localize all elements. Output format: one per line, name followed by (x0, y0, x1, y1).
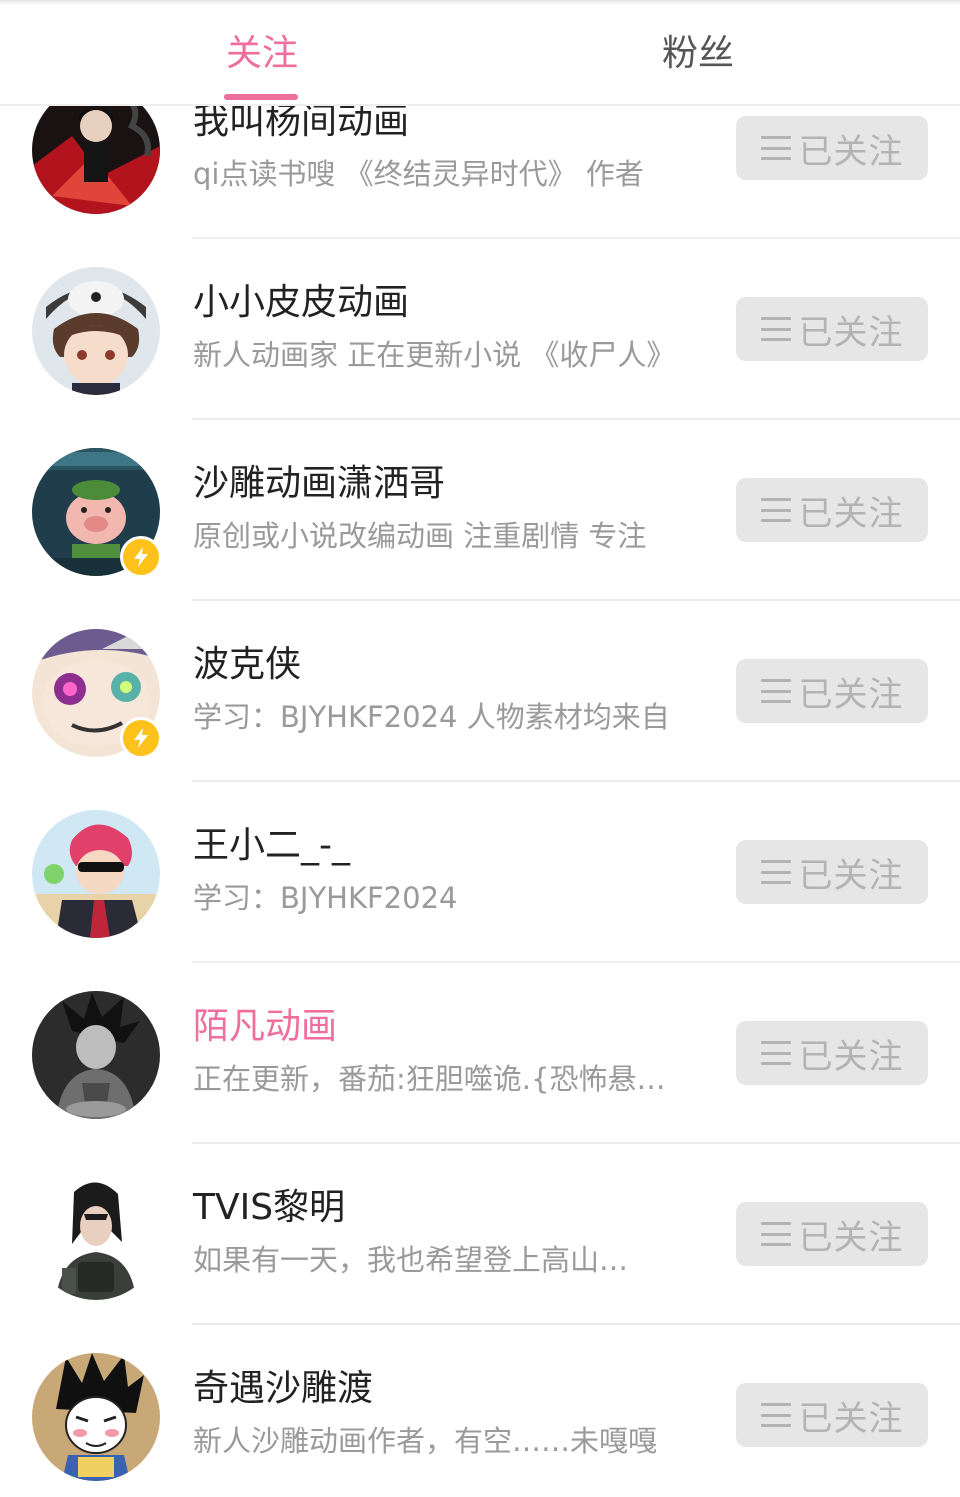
menu-icon (760, 136, 791, 160)
user-name[interactable]: 波克侠 (193, 643, 301, 687)
user-name[interactable]: 王小二_-_ (193, 824, 350, 868)
menu-icon (760, 317, 791, 341)
tab-bar: 关注 粉丝 (0, 0, 960, 106)
avatar[interactable] (32, 991, 160, 1119)
menu-icon (760, 498, 791, 522)
user-bio: 新人动画家 正在更新小说 《收尸人》 (193, 338, 676, 372)
list-item[interactable]: 陌凡动画 正在更新，番茄:狂胆噬诡.{恐怖悬疑} 已关注 (0, 963, 960, 1144)
followed-button-label: 已关注 (798, 1036, 904, 1077)
followed-button-label: 已关注 (798, 493, 904, 534)
followed-button[interactable]: 已关注 (736, 1202, 928, 1266)
followed-button-label: 已关注 (798, 855, 904, 896)
followed-button[interactable]: 已关注 (736, 116, 928, 180)
following-page: 我叫杨间动画 qi点读书嗖 《终结灵异时代》 作者 已关注 小小皮皮动画 新人动… (0, 0, 960, 1497)
user-bio: 学习：BJYHKF2024 (193, 881, 458, 915)
user-bio: 学习：BJYHKF2024 人物素材均来自 (193, 700, 670, 734)
user-bio: 如果有一天，我也希望登上高山… (193, 1243, 629, 1277)
user-name[interactable]: TVIS黎明 (193, 1186, 345, 1230)
followed-button-label: 已关注 (798, 1217, 904, 1258)
list-item[interactable]: TVIS黎明 如果有一天，我也希望登上高山… 已关注 (0, 1144, 960, 1325)
list-item[interactable]: 小小皮皮动画 新人动画家 正在更新小说 《收尸人》 已关注 (0, 239, 960, 420)
menu-icon (760, 860, 791, 884)
menu-icon (760, 679, 791, 703)
lightning-badge-icon (120, 536, 162, 578)
followed-button-label: 已关注 (798, 312, 904, 353)
tab-fans[interactable]: 粉丝 (548, 0, 848, 100)
lightning-badge-icon (120, 717, 162, 759)
followed-button[interactable]: 已关注 (736, 840, 928, 904)
followed-button[interactable]: 已关注 (736, 297, 928, 361)
followed-button[interactable]: 已关注 (736, 659, 928, 723)
list-item[interactable]: 沙雕动画潇洒哥 原创或小说改编动画 注重剧情 专注 已关注 (0, 420, 960, 601)
user-name[interactable]: 奇遇沙雕渡 (193, 1367, 373, 1411)
user-name[interactable]: 小小皮皮动画 (193, 281, 409, 325)
user-name[interactable]: 我叫杨间动画 (193, 100, 409, 144)
list-item[interactable]: 王小二_-_ 学习：BJYHKF2024 已关注 (0, 782, 960, 963)
followed-button-label: 已关注 (798, 131, 904, 172)
user-name[interactable]: 陌凡动画 (193, 1005, 337, 1049)
list-item[interactable]: 奇遇沙雕渡 新人沙雕动画作者，有空……未嘎嘎 已关注 (0, 1325, 960, 1497)
avatar[interactable] (32, 810, 160, 938)
user-bio: 正在更新，番茄:狂胆噬诡.{恐怖悬疑} (193, 1062, 678, 1096)
avatar[interactable] (32, 267, 160, 395)
avatar[interactable] (32, 1353, 160, 1481)
followed-button-label: 已关注 (798, 674, 904, 715)
user-bio: 新人沙雕动画作者，有空……未嘎嘎 (193, 1424, 658, 1458)
menu-icon (760, 1041, 791, 1065)
followed-button-label: 已关注 (798, 1398, 904, 1439)
user-bio: qi点读书嗖 《终结灵异时代》 作者 (193, 157, 644, 191)
avatar[interactable] (32, 1172, 160, 1300)
followed-button[interactable]: 已关注 (736, 1383, 928, 1447)
tab-following[interactable]: 关注 (112, 0, 412, 100)
followed-button[interactable]: 已关注 (736, 1021, 928, 1085)
menu-icon (760, 1222, 791, 1246)
menu-icon (760, 1403, 791, 1427)
list-item[interactable]: 波克侠 学习：BJYHKF2024 人物素材均来自 已关注 (0, 601, 960, 782)
user-bio: 原创或小说改编动画 注重剧情 专注 (193, 519, 647, 553)
active-tab-indicator (224, 94, 298, 100)
user-name[interactable]: 沙雕动画潇洒哥 (193, 462, 445, 506)
followed-button[interactable]: 已关注 (736, 478, 928, 542)
following-list: 我叫杨间动画 qi点读书嗖 《终结灵异时代》 作者 已关注 小小皮皮动画 新人动… (0, 58, 960, 1497)
